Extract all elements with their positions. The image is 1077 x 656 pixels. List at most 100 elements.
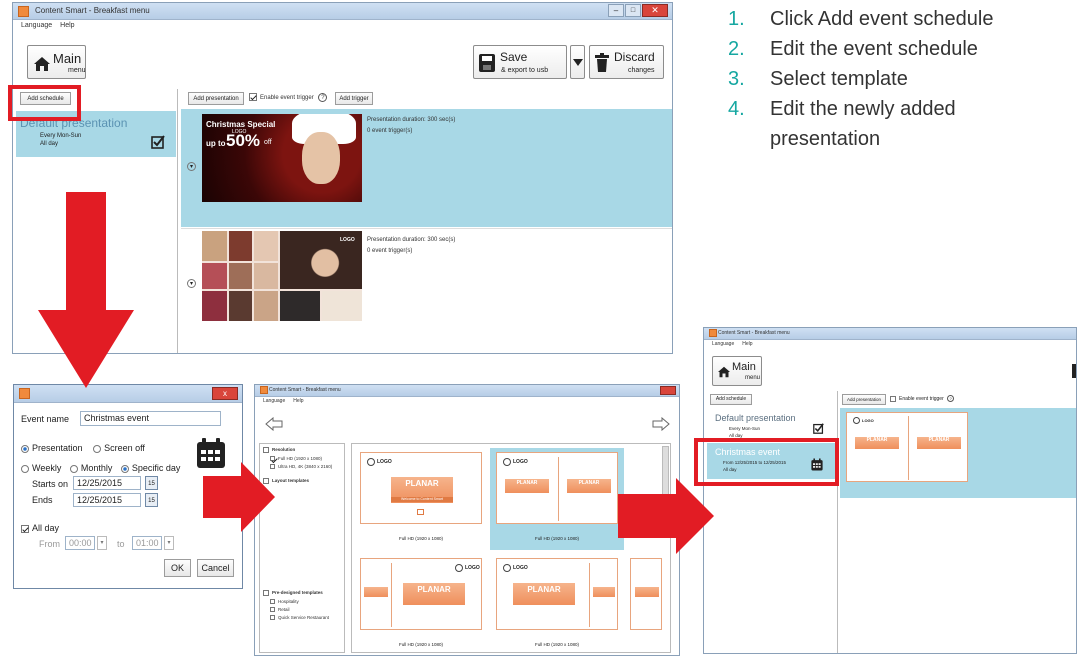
template-card-3[interactable]: LOGO PLANAR Full HD (1920 x 1080) (356, 554, 486, 650)
close-button[interactable] (660, 386, 676, 395)
resolution-check[interactable] (263, 447, 269, 453)
add-presentation-button[interactable]: Add presentation (188, 92, 244, 105)
logo-text: LOGO (465, 565, 480, 571)
menu-help[interactable]: Help (742, 341, 752, 347)
expand-toggle[interactable]: ▾ (187, 162, 196, 171)
predesigned-check[interactable] (263, 590, 269, 596)
menu-help[interactable]: Help (60, 22, 74, 29)
panel-divider (908, 416, 909, 480)
menu-language[interactable]: Language (712, 341, 734, 347)
window-title: Content Smart - Breakfast menu (718, 330, 790, 336)
checkbox-icon (151, 135, 165, 149)
to-time-field[interactable]: 01:00 (132, 536, 162, 550)
save-icon-partial[interactable] (1072, 364, 1076, 378)
save-button[interactable]: Save & export to usb (473, 45, 567, 79)
template-card-4[interactable]: LOGO PLANAR Full HD (1920 x 1080) (490, 554, 624, 650)
panel-divider (558, 457, 559, 521)
resolution-option-fullhd[interactable]: Full HD (1920 x 1080) (270, 456, 322, 462)
enable-trigger-label: Enable event trigger (260, 95, 314, 101)
dialog-close-button[interactable]: x (212, 387, 238, 400)
add-presentation-button[interactable]: Add presentation (842, 394, 886, 405)
predesigned-option[interactable]: Hospitality (270, 599, 299, 605)
window-title: Content Smart - Breakfast menu (269, 387, 341, 393)
schedule-days: Every Mon-Sun (40, 133, 82, 139)
planar-banner (364, 587, 388, 597)
planar-banner: PLANAR (505, 479, 549, 493)
resolution-option-uhd[interactable]: Ultra HD, 4K (3840 x 2160) (270, 464, 332, 470)
presentation-triggers: 0 event trigger(s) (367, 248, 413, 254)
enable-trigger-check[interactable] (890, 395, 896, 402)
calendar-picker-button[interactable]: 15 (145, 476, 158, 490)
template-window: Content Smart - Breakfast menu Language H… (254, 384, 680, 656)
frequency-radios: Weekly Monthly Specific day (21, 463, 180, 473)
maximize-button[interactable]: □ (625, 4, 641, 17)
add-schedule-button[interactable]: Add schedule (710, 394, 752, 405)
expand-toggle[interactable]: ▾ (187, 279, 196, 288)
to-time-dropdown[interactable]: ▾ (164, 536, 174, 550)
hospitality-check[interactable] (270, 599, 275, 605)
template-card-2[interactable]: LOGO PLANAR PLANAR Full HD (1920 x 1080) (490, 448, 624, 550)
planar-banner: PLANAR (567, 479, 611, 493)
main-sub: menu (68, 67, 86, 74)
presentation-thumbnail-christmas[interactable]: Christmas Special LOGO up to 50% off (202, 114, 362, 202)
qsr-check[interactable] (270, 615, 275, 621)
radio-specific-day[interactable] (120, 464, 129, 473)
template-card-5[interactable] (628, 554, 662, 650)
from-time-dropdown[interactable]: ▾ (97, 536, 107, 550)
enable-trigger-checkbox[interactable]: Enable event trigger ? (249, 93, 328, 102)
all-day-check[interactable] (21, 524, 29, 533)
template-titlebar: Content Smart - Breakfast menu (255, 385, 679, 397)
enable-trigger-check[interactable] (249, 93, 257, 102)
from-time-field[interactable]: 00:00 (65, 536, 95, 550)
collage-tile (254, 291, 278, 321)
portrait-face (302, 132, 340, 184)
hospitality-label: Hospitality (278, 599, 299, 604)
add-trigger-button[interactable]: Add trigger (335, 92, 373, 105)
schedule-item-default[interactable]: Default presentation Every Mon-Sun All d… (707, 409, 835, 441)
enable-trigger-checkbox[interactable]: Enable event trigger ? (890, 395, 955, 402)
help-icon[interactable]: ? (318, 93, 328, 102)
help-icon[interactable]: ? (947, 395, 955, 402)
monthly-option-label: Monthly (80, 463, 113, 473)
radio-weekly[interactable] (21, 464, 29, 473)
starts-on-field[interactable]: 12/25/2015 (73, 476, 141, 490)
discard-button[interactable]: Discard changes (589, 45, 664, 79)
ok-button[interactable]: OK (164, 559, 191, 577)
forward-arrow-icon[interactable] (652, 417, 670, 431)
predesigned-option[interactable]: Retail (270, 607, 290, 613)
step-1: 1. Click Add event schedule (728, 8, 994, 30)
fullhd-check[interactable] (270, 456, 275, 462)
resolution-filter[interactable]: Resolution (263, 447, 295, 453)
presentation-row-1[interactable]: ▾ Christmas Special LOGO up to 50% off P… (181, 109, 672, 227)
radio-presentation[interactable] (21, 444, 29, 453)
qsr-label: Quick Service Restaurant (278, 615, 330, 620)
close-button[interactable]: ✕ (642, 4, 668, 17)
brand-text: PLANAR (417, 585, 451, 594)
cancel-button[interactable]: Cancel (197, 559, 234, 577)
save-dropdown-button[interactable] (570, 45, 585, 79)
home-icon (34, 57, 50, 71)
all-day-checkbox[interactable]: All day (21, 523, 59, 533)
event-name-field[interactable]: Christmas event (80, 411, 221, 426)
predesigned-option[interactable]: Quick Service Restaurant (270, 615, 330, 621)
main-menu-button[interactable]: Main menu (712, 356, 762, 386)
calendar-picker-button[interactable]: 15 (145, 493, 158, 507)
menu-help[interactable]: Help (293, 398, 303, 404)
radio-screen-off[interactable] (93, 444, 102, 453)
retail-check[interactable] (270, 607, 275, 613)
presentation-row-2[interactable]: ▾ LOGO Presentation duration: 300 sec(s)… (181, 228, 672, 328)
template-card-1[interactable]: LOGO PLANAR Welcome to Content Smart Ful… (356, 448, 486, 550)
presentation-thumbnail-beauty[interactable]: LOGO (202, 231, 362, 321)
presentation-row-1[interactable]: LOGO PLANAR PLANAR (840, 408, 1076, 498)
menu-language[interactable]: Language (263, 398, 285, 404)
menu-language[interactable]: Language (21, 22, 52, 29)
radio-monthly[interactable] (69, 464, 78, 473)
presentation-thumbnail[interactable]: LOGO PLANAR PLANAR (846, 412, 968, 482)
minimize-button[interactable]: – (608, 4, 624, 17)
back-arrow-icon[interactable] (265, 417, 283, 431)
ends-field[interactable]: 12/25/2015 (73, 493, 141, 507)
predesigned-filter[interactable]: Pre-designed templates (263, 590, 323, 596)
template-thumbnail: LOGO PLANAR Welcome to Content Smart (360, 452, 482, 524)
ends-label: Ends (32, 495, 53, 505)
main-menu-button[interactable]: Main menu (27, 45, 86, 79)
